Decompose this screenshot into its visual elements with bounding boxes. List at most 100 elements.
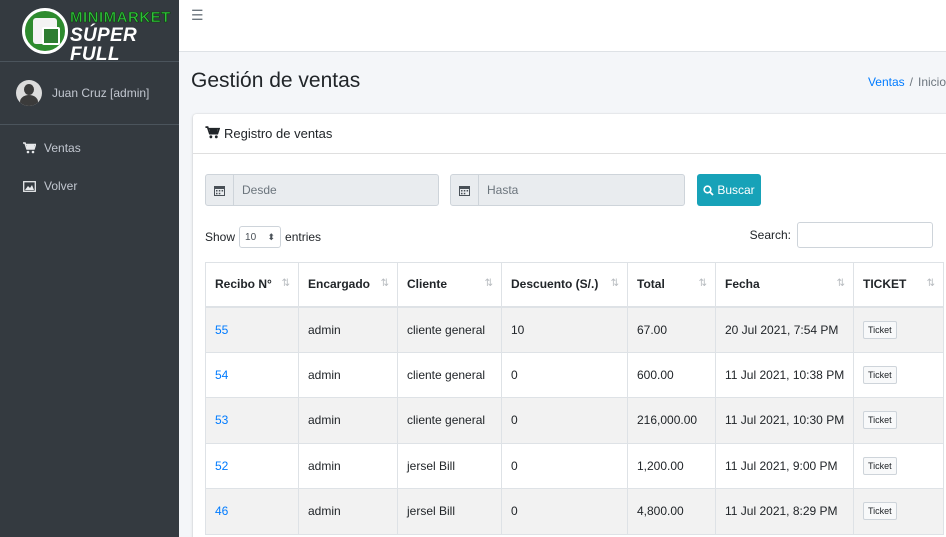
breadcrumb-separator: / — [909, 75, 913, 89]
breadcrumb-link-ventas[interactable]: Ventas — [868, 75, 905, 89]
card-header: Registro de ventas — [193, 114, 946, 154]
ticket-button[interactable]: Ticket — [863, 365, 897, 384]
sort-icon: ⇅ — [610, 278, 619, 289]
entries-label: entries — [285, 230, 322, 244]
total-cell: 1,200.00 — [627, 442, 716, 489]
brand-line1: MINIMARKET — [70, 9, 171, 26]
cliente-cell: jersel Bill — [397, 488, 502, 535]
ticket-cell: Ticket — [853, 351, 944, 398]
search-input[interactable] — [797, 222, 933, 248]
sidebar-item-label: Ventas — [44, 141, 81, 155]
ticket-cell: Ticket — [853, 397, 944, 444]
entries-select[interactable]: 10 ⬍ — [239, 226, 282, 248]
column-header-fecha[interactable]: Fecha ⇅ — [715, 262, 854, 308]
total-cell: 4,800.00 — [627, 488, 716, 535]
ticket-cell: Ticket — [853, 488, 944, 535]
breadcrumb: Ventas / Inicio — [868, 75, 946, 89]
search-icon — [703, 184, 714, 196]
brand-logo — [22, 7, 68, 54]
column-label: Descuento (S/.) — [511, 277, 599, 292]
sidebar-item-volver[interactable]: Volver — [0, 167, 179, 205]
recibo-link[interactable]: 46 — [205, 488, 299, 535]
ticket-cell: Ticket — [853, 442, 944, 489]
desde-input-group: Desde — [205, 174, 439, 206]
avatar — [16, 80, 42, 106]
table-header-row: Recibo N° ⇅ Encargado ⇅ Cliente ⇅ Descuento… — [205, 262, 944, 308]
cliente-cell: jersel Bill — [397, 442, 502, 489]
descuento-cell: 0 — [501, 488, 628, 535]
hasta-input-group: Hasta — [450, 174, 685, 206]
fecha-cell: 20 Jul 2021, 7:54 PM — [715, 306, 854, 353]
recibo-link[interactable]: 52 — [205, 442, 299, 489]
encargado-cell: admin — [298, 351, 398, 398]
ticket-button[interactable]: Ticket — [863, 411, 897, 430]
total-cell: 67.00 — [627, 306, 716, 353]
sidebar-item-label: Volver — [44, 179, 78, 193]
column-header-encargado[interactable]: Encargado ⇅ — [298, 262, 398, 308]
encargado-cell: admin — [298, 442, 398, 489]
sidebar-nav: Ventas Volver — [0, 125, 179, 205]
recibo-link[interactable]: 54 — [205, 351, 299, 398]
recibo-link[interactable]: 53 — [205, 397, 299, 444]
recibo-link[interactable]: 55 — [205, 306, 299, 353]
table-row: 52 admin jersel Bill 0 1,200.00 11 Jul 2… — [205, 442, 944, 489]
shopping-cart-icon — [205, 125, 221, 142]
search-label: Search: — [749, 228, 791, 242]
calendar-icon — [451, 175, 479, 205]
updown-icon: ⬍ — [267, 231, 276, 242]
fecha-cell: 11 Jul 2021, 10:38 PM — [715, 351, 854, 398]
shopping-cart-icon — [22, 142, 36, 154]
total-cell: 216,000.00 — [627, 397, 716, 444]
descuento-cell: 10 — [501, 306, 628, 353]
entries-value: 10 — [245, 231, 257, 243]
ticket-button[interactable]: Ticket — [863, 456, 897, 475]
ticket-button[interactable]: Ticket — [863, 502, 897, 521]
fecha-cell: 11 Jul 2021, 9:00 PM — [715, 442, 854, 489]
column-label: TICKET — [863, 277, 907, 292]
card-title: Registro de ventas — [224, 126, 333, 141]
column-header-descuento[interactable]: Descuento (S/.) ⇅ — [501, 262, 628, 308]
cliente-cell: cliente general — [397, 397, 502, 444]
table-row: 55 admin cliente general 10 67.00 20 Jul… — [205, 306, 944, 353]
descuento-cell: 0 — [501, 351, 628, 398]
table-row: 46 admin jersel Bill 0 4,800.00 11 Jul 2… — [205, 488, 944, 535]
sort-icon: ⇅ — [836, 278, 845, 289]
image-icon — [22, 180, 36, 192]
cliente-cell: cliente general — [397, 351, 502, 398]
column-label: Encargado — [308, 277, 371, 292]
encargado-cell: admin — [298, 488, 398, 535]
sort-icon: ⇅ — [281, 278, 290, 289]
total-cell: 600.00 — [627, 351, 716, 398]
buscar-label: Buscar — [717, 183, 755, 197]
hamburger-icon[interactable]: ☰ — [191, 7, 204, 24]
encargado-cell: admin — [298, 397, 398, 444]
column-label: Total — [637, 277, 665, 292]
fecha-cell: 11 Jul 2021, 8:29 PM — [715, 488, 854, 535]
entries-control: Show 10 ⬍ entries — [205, 226, 321, 248]
column-header-cliente[interactable]: Cliente ⇅ — [397, 262, 502, 308]
column-label: Recibo N° — [215, 277, 272, 292]
table-row: 54 admin cliente general 0 600.00 11 Jul… — [205, 351, 944, 398]
top-navbar: ☰ — [179, 0, 946, 52]
buscar-button[interactable]: Buscar — [697, 174, 761, 206]
column-header-ticket[interactable]: TICKET ⇅ — [853, 262, 944, 308]
show-label: Show — [205, 230, 236, 244]
datatable-controls: Show 10 ⬍ entries Search: — [205, 222, 933, 248]
column-header-total[interactable]: Total ⇅ — [627, 262, 716, 308]
desde-input[interactable]: Desde — [234, 175, 438, 205]
sidebar-item-ventas[interactable]: Ventas — [0, 129, 179, 167]
sort-icon: ⇅ — [926, 278, 935, 289]
sales-card: Registro de ventas Desde Hasta Buscar Sh… — [193, 114, 946, 537]
ticket-button[interactable]: Ticket — [863, 320, 897, 339]
brand-link[interactable]: MINIMARKET SÚPER FULL — [0, 0, 179, 65]
hasta-input[interactable]: Hasta — [479, 175, 684, 205]
ticket-cell: Ticket — [853, 306, 944, 353]
breadcrumb-current: Inicio — [917, 75, 946, 89]
table-search: Search: — [750, 222, 933, 248]
column-header-recibo[interactable]: Recibo N° ⇅ — [205, 262, 299, 308]
sort-icon: ⇅ — [698, 278, 707, 289]
user-panel[interactable]: Juan Cruz [admin] — [0, 62, 179, 125]
brand-line2: SÚPER FULL — [70, 25, 137, 65]
sidebar: MINIMARKET SÚPER FULL Juan Cruz [admin] … — [0, 0, 179, 537]
fecha-cell: 11 Jul 2021, 10:30 PM — [715, 397, 854, 444]
